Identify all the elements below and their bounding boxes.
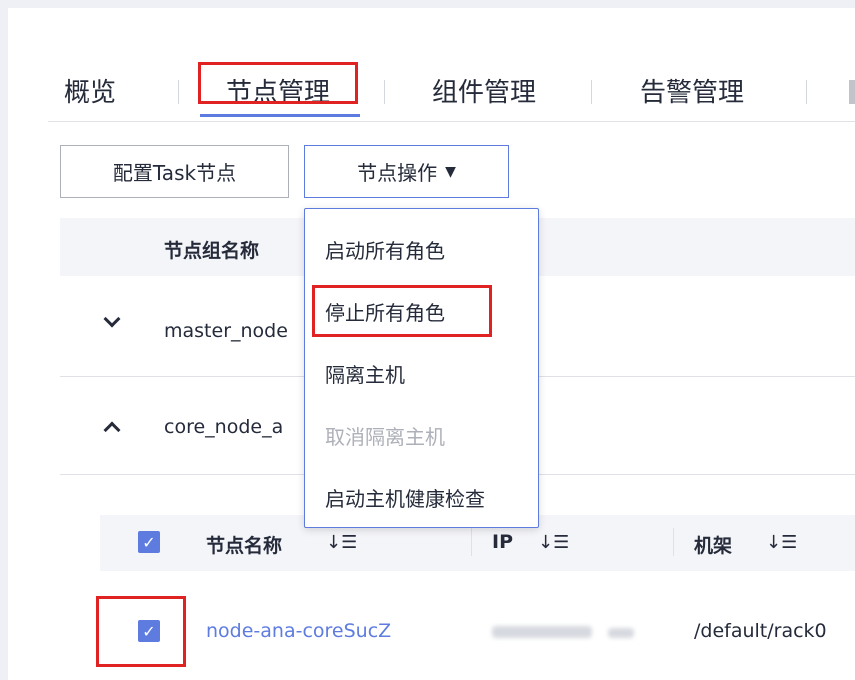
menu-item-start-health-check[interactable]: 启动主机健康检查 — [325, 483, 485, 512]
ip-header: IP — [492, 531, 513, 553]
tab-component-management[interactable]: 组件管理 — [432, 72, 536, 109]
chevron-down-icon[interactable] — [103, 310, 121, 328]
node-operations-label: 节点操作 — [357, 161, 438, 185]
tab-overflow-edge — [849, 80, 855, 104]
configure-task-node-button[interactable]: 配置Task节点 — [60, 145, 289, 198]
frame-top — [0, 0, 855, 8]
node-group-name[interactable]: core_node_a — [164, 416, 283, 438]
sort-icon[interactable]: ↓☰ — [326, 532, 357, 553]
tab-overview[interactable]: 概览 — [64, 72, 116, 109]
caret-down-icon: ▼ — [445, 163, 456, 180]
node-operations-dropdown: 启动所有角色 停止所有角色 隔离主机 取消隔离主机 启动主机健康检查 — [304, 208, 539, 528]
tab-separator — [591, 80, 592, 104]
frame-left — [0, 0, 8, 680]
sort-icon[interactable]: ↓☰ — [538, 532, 569, 553]
rack-value: /default/rack0 — [694, 620, 827, 642]
tab-separator — [178, 80, 179, 104]
sort-icon[interactable]: ↓☰ — [766, 532, 797, 553]
menu-item-isolate-host[interactable]: 隔离主机 — [325, 359, 405, 388]
tab-bar-divider — [48, 121, 855, 122]
menu-item-start-all-roles[interactable]: 启动所有角色 — [325, 235, 445, 264]
rack-header: 机架 — [694, 535, 733, 557]
menu-item-cancel-isolation: 取消隔离主机 — [325, 425, 445, 449]
node-name-link[interactable]: node-ana-coreSucZ — [206, 620, 391, 642]
node-name-header: 节点名称 — [206, 535, 283, 557]
configure-task-node-label: 配置Task节点 — [112, 161, 237, 185]
chevron-up-icon[interactable] — [103, 421, 121, 439]
select-all-checkbox[interactable]: ✓ — [138, 531, 160, 553]
node-group-name-header: 节点组名称 — [164, 240, 260, 262]
tab-separator — [384, 80, 385, 104]
column-separator — [471, 528, 472, 556]
highlight-box-menu-item — [312, 285, 492, 337]
active-tab-indicator — [200, 114, 360, 117]
highlight-box-checkbox — [96, 596, 186, 667]
column-separator — [673, 528, 674, 556]
tab-alarm-management[interactable]: 告警管理 — [640, 72, 744, 109]
tab-separator — [806, 80, 807, 104]
node-group-name[interactable]: master_node — [164, 320, 288, 342]
node-operations-button[interactable]: 节点操作 ▼ — [304, 145, 509, 198]
highlight-box-tab — [198, 62, 358, 104]
